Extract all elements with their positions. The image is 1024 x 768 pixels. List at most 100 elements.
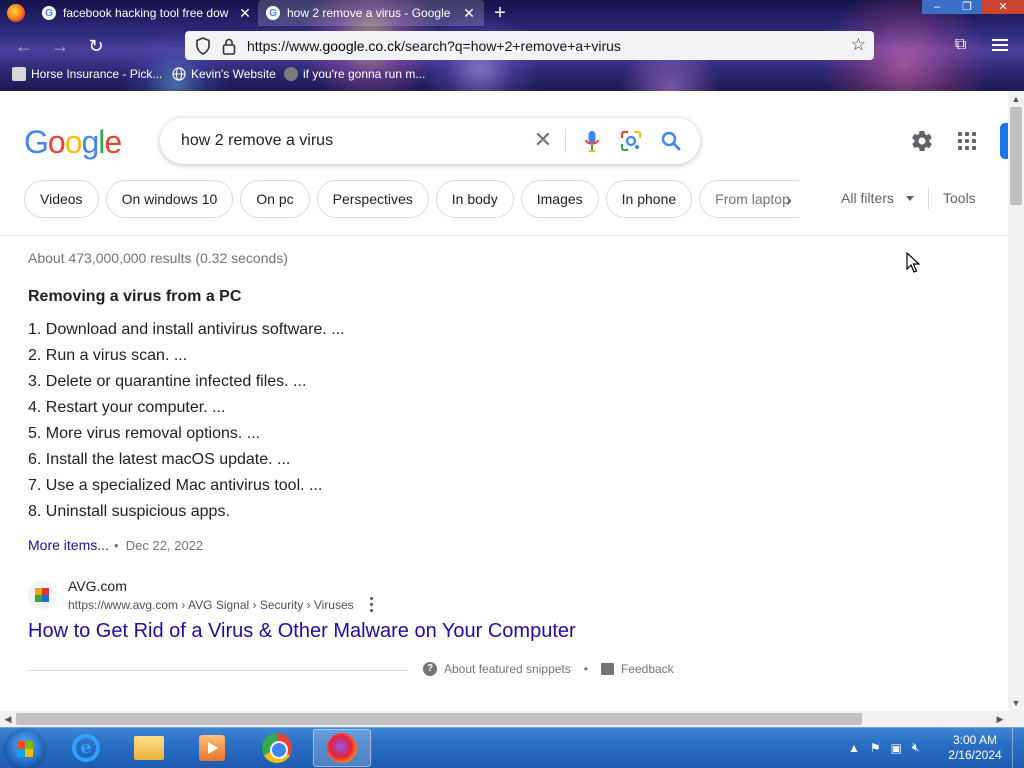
scrollbar-corner bbox=[1008, 711, 1024, 727]
browser-chrome: G facebook hacking tool free dow ✕ G how… bbox=[0, 0, 1024, 91]
result-title-link[interactable]: How to Get Rid of a Virus & Other Malwar… bbox=[28, 620, 576, 643]
chip-on-windows-10[interactable]: On windows 10 bbox=[105, 180, 234, 218]
all-filters-label: All filters bbox=[841, 190, 894, 206]
firefox-menu-icon[interactable] bbox=[7, 4, 25, 22]
clock-time: 3:00 AM bbox=[952, 733, 998, 747]
close-window-icon[interactable]: ✕ bbox=[982, 0, 1024, 14]
maximize-icon[interactable]: ❐ bbox=[952, 0, 982, 14]
chip-videos[interactable]: Videos bbox=[24, 180, 99, 218]
bookmark-star-icon[interactable]: ☆ bbox=[851, 35, 866, 55]
scroll-right-icon[interactable]: ▶ bbox=[992, 711, 1008, 727]
show-desktop-button[interactable] bbox=[1012, 728, 1024, 768]
chip-perspectives[interactable]: Perspectives bbox=[316, 180, 429, 218]
browser-tab-active[interactable]: G how 2 remove a virus - Google ✕ bbox=[258, 0, 484, 26]
chevron-right-icon[interactable]: › bbox=[786, 190, 792, 211]
extensions-icon[interactable]: ⧉ bbox=[955, 36, 973, 54]
network-icon[interactable]: ▣ bbox=[891, 741, 902, 755]
chrome-icon bbox=[262, 733, 292, 763]
featured-snippet-list: 1. Download and install antivirus softwa… bbox=[28, 318, 345, 526]
about-featured-snippets-link[interactable]: About featured snippets bbox=[444, 662, 571, 676]
search-icon[interactable] bbox=[660, 130, 682, 152]
hamburger-menu-icon[interactable] bbox=[990, 36, 1010, 54]
all-filters-button[interactable]: All filters bbox=[841, 190, 914, 206]
new-tab-icon[interactable]: + bbox=[490, 2, 510, 25]
url-bar[interactable]: https://www.google.co.ck/search?q=how+2+… bbox=[185, 31, 874, 60]
tab-close-icon[interactable]: ✕ bbox=[238, 5, 252, 22]
scroll-thumb[interactable] bbox=[16, 713, 862, 725]
chip-images[interactable]: Images bbox=[520, 180, 599, 218]
ie-icon: e bbox=[72, 734, 100, 762]
vertical-scrollbar[interactable]: ▲ ▼ bbox=[1008, 91, 1024, 711]
google-lens-icon[interactable] bbox=[620, 130, 642, 152]
clock-date: 2/16/2024 bbox=[948, 748, 1002, 762]
minimize-icon[interactable]: – bbox=[922, 0, 952, 14]
bookmark-label: Kevin's Website bbox=[191, 67, 276, 81]
horizontal-scrollbar[interactable]: ◀ ▶ bbox=[0, 711, 1008, 727]
google-logo[interactable]: Google bbox=[24, 124, 122, 161]
settings-gear-icon[interactable] bbox=[910, 129, 934, 153]
chip-on-pc[interactable]: On pc bbox=[240, 180, 310, 218]
taskbar-ie[interactable]: e bbox=[57, 729, 115, 767]
taskbar-firefox[interactable] bbox=[313, 729, 371, 767]
clear-icon[interactable]: ✕ bbox=[532, 129, 554, 151]
header-divider bbox=[0, 235, 1008, 236]
window-controls: – ❐ ✕ bbox=[922, 0, 1024, 14]
list-item: 7. Use a specialized Mac antivirus tool.… bbox=[28, 477, 323, 494]
tracking-shield-icon[interactable] bbox=[195, 36, 211, 55]
show-hidden-icons-icon[interactable]: ▲ bbox=[848, 741, 860, 755]
tab-close-icon[interactable]: ✕ bbox=[462, 5, 476, 22]
microphone-icon[interactable] bbox=[584, 130, 600, 154]
taskbar-clock[interactable]: 3:00 AM 2/16/2024 bbox=[944, 733, 1006, 763]
featured-snippet-title: Removing a virus from a PC bbox=[28, 288, 242, 305]
result-breadcrumb[interactable]: https://www.avg.com › AVG Signal › Secur… bbox=[68, 598, 354, 612]
list-item: 2. Run a virus scan. ... bbox=[28, 347, 188, 364]
search-box: ✕ bbox=[160, 118, 700, 164]
bookmark-item[interactable]: if you're gonna run m... bbox=[284, 67, 425, 81]
filter-chips: Videos On windows 10 On pc Perspectives … bbox=[24, 180, 800, 218]
sign-in-button[interactable] bbox=[1000, 123, 1008, 159]
bookmark-item[interactable]: Kevin's Website bbox=[172, 67, 276, 81]
scroll-left-icon[interactable]: ◀ bbox=[0, 711, 16, 727]
bookmark-item[interactable]: Horse Insurance - Pick... bbox=[12, 67, 162, 81]
volume-muted-icon[interactable]: 🔇︎ bbox=[912, 740, 920, 755]
result-site-name[interactable]: AVG.com bbox=[68, 578, 127, 594]
forward-icon[interactable]: → bbox=[48, 36, 72, 57]
more-items-link[interactable]: More items... bbox=[28, 537, 109, 553]
avg-favicon-icon[interactable] bbox=[28, 581, 56, 609]
reload-icon[interactable]: ↻ bbox=[84, 36, 108, 57]
list-item: 5. More virus removal options. ... bbox=[28, 425, 261, 442]
list-item: 8. Uninstall suspicious apps. bbox=[28, 503, 230, 520]
scroll-down-icon[interactable]: ▼ bbox=[1008, 695, 1024, 711]
search-input[interactable] bbox=[181, 132, 521, 150]
tools-button[interactable]: Tools bbox=[943, 190, 976, 206]
back-icon[interactable]: ← bbox=[12, 36, 36, 57]
google-apps-icon[interactable] bbox=[958, 132, 976, 150]
bookmark-favicon-icon bbox=[284, 67, 298, 81]
lock-icon[interactable] bbox=[221, 37, 237, 55]
media-player-icon bbox=[199, 735, 225, 761]
more-options-icon[interactable] bbox=[368, 597, 374, 613]
taskbar-chrome[interactable] bbox=[248, 729, 306, 767]
url-text: https://www.google.co.ck/search?q=how+2+… bbox=[247, 37, 621, 54]
feedback-link[interactable]: Feedback bbox=[621, 662, 674, 676]
scroll-up-icon[interactable]: ▲ bbox=[1008, 91, 1024, 107]
list-item: 6. Install the latest macOS update. ... bbox=[28, 451, 291, 468]
windows-logo-icon bbox=[17, 741, 33, 757]
list-item: 1. Download and install antivirus softwa… bbox=[28, 321, 345, 338]
google-favicon-icon: G bbox=[42, 6, 56, 20]
bookmark-label: Horse Insurance - Pick... bbox=[31, 67, 163, 81]
caret-down-icon bbox=[905, 195, 914, 201]
search-divider bbox=[565, 129, 566, 153]
taskbar-media-player[interactable] bbox=[183, 729, 241, 767]
browser-tab[interactable]: G facebook hacking tool free dow ✕ bbox=[34, 0, 260, 26]
globe-icon bbox=[172, 67, 186, 81]
divider bbox=[928, 188, 929, 210]
chip-from-laptop[interactable]: From laptop bbox=[699, 180, 800, 218]
snippet-divider bbox=[28, 670, 408, 671]
action-center-flag-icon[interactable]: ⚑ bbox=[870, 741, 881, 755]
taskbar-explorer[interactable] bbox=[120, 729, 178, 767]
start-button[interactable] bbox=[6, 730, 44, 768]
chip-in-body[interactable]: In body bbox=[435, 180, 514, 218]
scroll-thumb[interactable] bbox=[1010, 107, 1022, 205]
chip-in-phone[interactable]: In phone bbox=[605, 180, 693, 218]
